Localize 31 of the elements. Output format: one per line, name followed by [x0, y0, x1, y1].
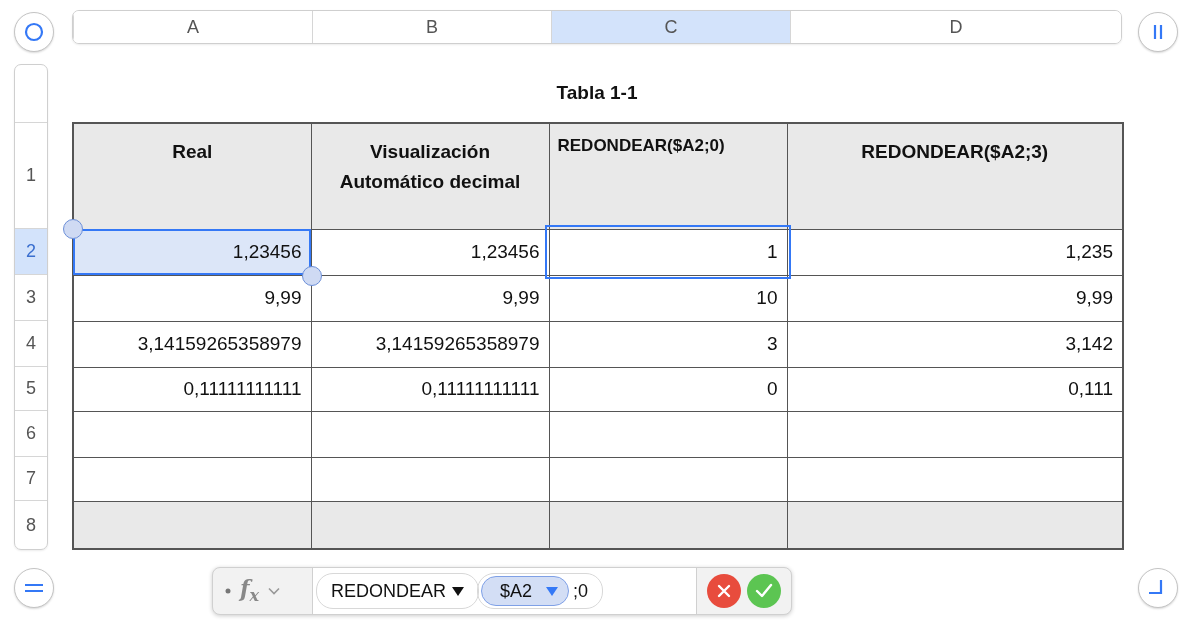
- equals-button[interactable]: [14, 568, 54, 608]
- columns-button[interactable]: [1138, 12, 1178, 52]
- select-button[interactable]: [14, 12, 54, 52]
- row-header[interactable]: 8: [15, 501, 47, 549]
- column-header[interactable]: A: [73, 11, 312, 43]
- table-cell: 0: [549, 367, 787, 411]
- column-heading: REDONDEAR($A2;0): [549, 123, 787, 229]
- table-cell: 0,11111111111: [311, 367, 549, 411]
- column-header[interactable]: C: [551, 11, 790, 43]
- table-cell: 10: [549, 275, 787, 321]
- column-header[interactable]: B: [312, 11, 551, 43]
- table-cell: 3: [549, 321, 787, 367]
- row-header[interactable]: 5: [15, 367, 47, 411]
- row-header[interactable]: 4: [15, 321, 47, 367]
- column-heading: REDONDEAR($A2;3): [787, 123, 1123, 229]
- selection-handle[interactable]: [63, 218, 83, 239]
- circle-icon: [24, 22, 44, 42]
- table-cell: 9,99: [311, 275, 549, 321]
- row-header[interactable]: 6: [15, 411, 47, 457]
- table-cell: 3,14159265358979: [311, 321, 549, 367]
- row-header[interactable]: 2: [15, 229, 47, 275]
- table-title: Tabla 1-1: [555, 81, 639, 105]
- row-header[interactable]: 3: [15, 275, 47, 321]
- table-cell: 3,14159265358979: [73, 321, 311, 367]
- column-header[interactable]: D: [790, 11, 1121, 43]
- table-cell: 0,11111111111: [73, 367, 311, 411]
- column-heading: Visualización Automático decimal: [311, 123, 549, 229]
- row-header[interactable]: 7: [15, 457, 47, 501]
- column-heading: Real: [73, 123, 311, 229]
- selection-handle[interactable]: [301, 265, 322, 286]
- resize-button[interactable]: [1138, 568, 1178, 608]
